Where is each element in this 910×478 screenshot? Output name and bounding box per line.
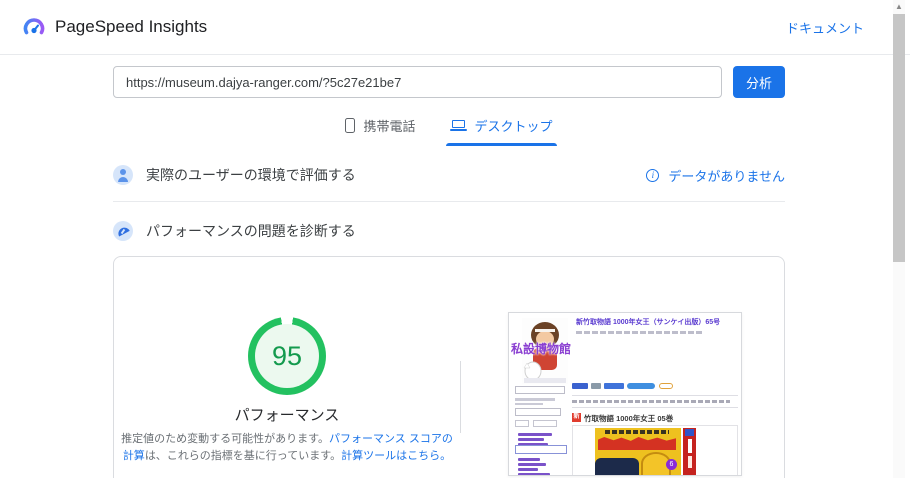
- thumbnail-nav-link: [518, 458, 540, 461]
- thumbnail-share-button: [572, 383, 588, 389]
- users-icon: [113, 165, 133, 185]
- thumbnail-list-header: [515, 445, 567, 454]
- page-title: PageSpeed Insights: [55, 17, 208, 36]
- cover-imprint-text: [605, 430, 669, 434]
- thumbnail-breadcrumb: [576, 331, 702, 334]
- url-input[interactable]: [113, 66, 722, 98]
- spine-text-block: [687, 439, 692, 453]
- cover-art-shape: [595, 458, 639, 475]
- thumbnail-search-box: [515, 408, 561, 416]
- tab-desktop[interactable]: デスクトップ: [445, 113, 557, 146]
- note-text-1: 推定値のため変動する可能性があります。: [121, 433, 330, 445]
- active-tab-underline: [445, 143, 557, 146]
- thumbnail-page-title: 新竹取物語 1000年女王（サンケイ出版）65号: [576, 319, 721, 326]
- score-panel: 95 パフォーマンス 推定値のため変動する可能性があります。パフォーマンス スコ…: [114, 257, 460, 478]
- thumbnail-meta-line: [515, 402, 543, 405]
- no-data-label: データがありません: [668, 168, 785, 184]
- page-screenshot-thumbnail[interactable]: 私設博物館 新竹取物語 1000年女王（サンケイ出版）65号 新 竹取物語 10…: [508, 312, 742, 476]
- note-text-2: は、これらの指標を基に行っています。: [144, 450, 342, 463]
- thumbnail-panel: 私設博物館 新竹取物語 1000年女王（サンケイ出版）65号 新 竹取物語 10…: [461, 257, 784, 478]
- thumbnail-site-name: 私設博物館: [511, 342, 572, 356]
- thumbnail-dropdown: [515, 386, 565, 394]
- phone-icon: [345, 118, 356, 133]
- spine-text-block: [687, 456, 692, 468]
- tab-mobile[interactable]: 携帯電話: [341, 113, 419, 146]
- app-header: PageSpeed Insights ドキュメント: [0, 0, 910, 55]
- thumbnail-nav-link: [518, 463, 546, 466]
- performance-note: 推定値のため変動する可能性があります。パフォーマンス スコアの計算は、これらの指…: [121, 431, 453, 465]
- performance-card: 95 パフォーマンス 推定値のため変動する可能性があります。パフォーマンス スコ…: [113, 256, 785, 478]
- scrollbar[interactable]: ▲: [893, 0, 905, 478]
- thumbnail-divider: [572, 407, 738, 408]
- pagespeed-logo-icon: [23, 18, 45, 35]
- thumbnail-cover-frame: 6: [572, 425, 738, 475]
- thumbnail-nav-link: [518, 438, 544, 441]
- section-divider: [113, 201, 785, 202]
- thumbnail-share-button: [591, 383, 601, 389]
- field-section-title: 実際のユーザーの環境で評価する: [146, 167, 356, 183]
- thumbnail-article-heading: 竹取物語 1000年女王 05巻: [584, 414, 674, 423]
- scrollbar-up-arrow-icon[interactable]: ▲: [893, 0, 905, 13]
- thumbnail-new-badge: 新: [572, 413, 581, 422]
- cover-volume-badge: 6: [666, 459, 677, 470]
- thumbnail-share-button: [627, 383, 655, 389]
- spine-label: [685, 429, 694, 436]
- speedometer-icon: [113, 221, 133, 241]
- docs-link[interactable]: ドキュメント: [786, 18, 864, 37]
- device-tabs: 携帯電話 デスクトップ: [113, 113, 785, 146]
- thumbnail-tag-line: [572, 400, 730, 403]
- thumbnail-divider: [572, 395, 738, 396]
- field-data-section: 実際のユーザーの環境で評価する i データがありません: [113, 165, 785, 185]
- thumbnail-comic-cover: 6: [595, 428, 681, 475]
- thumbnail-nav-link: [518, 473, 550, 475]
- laptop-icon: [449, 120, 467, 131]
- performance-score-gauge[interactable]: 95: [248, 317, 326, 395]
- calculator-link[interactable]: 計算ツールはこちら。: [341, 450, 451, 462]
- performance-score-value: 95: [255, 324, 319, 388]
- performance-label: パフォーマンス: [234, 407, 340, 424]
- thumbnail-button: [533, 420, 557, 427]
- thumbnail-meta-line: [515, 398, 555, 401]
- analyze-form: 分析: [113, 66, 785, 98]
- no-data-link[interactable]: i データがありません: [646, 166, 785, 185]
- thumbnail-button: [515, 420, 529, 427]
- analyze-button[interactable]: 分析: [733, 66, 785, 98]
- thumbnail-share-button: [659, 383, 673, 389]
- thumbnail-nav-link: [518, 433, 552, 436]
- thumbnail-comic-spine: [683, 428, 696, 475]
- thumbnail-nav-link: [518, 468, 538, 471]
- tab-mobile-label: 携帯電話: [363, 119, 416, 134]
- thumbnail-share-button: [604, 383, 624, 389]
- cover-title-art: [598, 437, 676, 450]
- tab-desktop-label: デスクトップ: [474, 119, 553, 134]
- info-icon: i: [646, 168, 660, 182]
- diagnose-section-title: パフォーマンスの問題を診断する: [146, 223, 356, 239]
- scrollbar-thumb[interactable]: [893, 14, 905, 262]
- diagnose-section: パフォーマンスの問題を診断する: [113, 221, 785, 241]
